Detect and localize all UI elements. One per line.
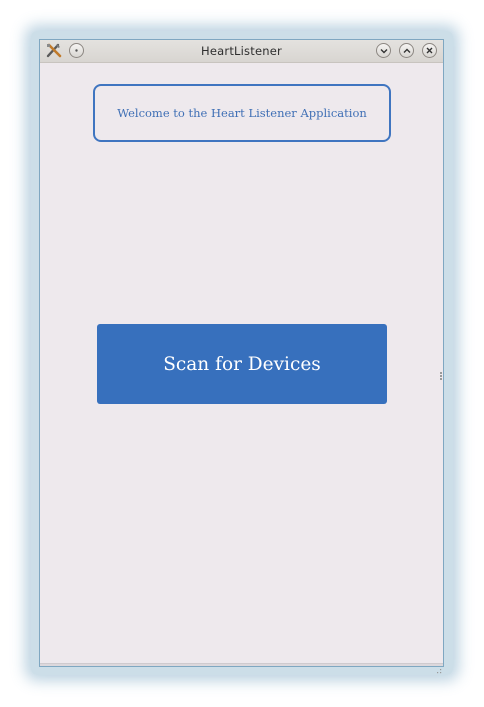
window-menu-icon	[73, 47, 80, 54]
minimize-button[interactable]	[376, 43, 391, 58]
title-bar[interactable]: HeartListener	[40, 40, 443, 63]
main-content: Welcome to the Heart Listener Applicatio…	[40, 63, 443, 665]
chevron-down-icon	[380, 48, 388, 54]
welcome-text: Welcome to the Heart Listener Applicatio…	[117, 106, 367, 120]
resize-grip[interactable]	[440, 371, 443, 381]
scan-button-label: Scan for Devices	[163, 353, 321, 375]
chevron-up-icon	[403, 48, 411, 54]
app-window: HeartListener Welcome to the Heart Liste…	[39, 39, 444, 674]
welcome-banner: Welcome to the Heart Listener Applicatio…	[93, 84, 391, 142]
window-bottom-edge[interactable]	[40, 663, 443, 666]
window-menu-button[interactable]	[69, 43, 84, 58]
tools-icon[interactable]	[45, 42, 63, 60]
resize-corner-icon[interactable]	[436, 659, 442, 674]
scan-devices-button[interactable]: Scan for Devices	[97, 324, 387, 404]
close-icon	[426, 47, 433, 54]
maximize-button[interactable]	[399, 43, 414, 58]
close-button[interactable]	[422, 43, 437, 58]
